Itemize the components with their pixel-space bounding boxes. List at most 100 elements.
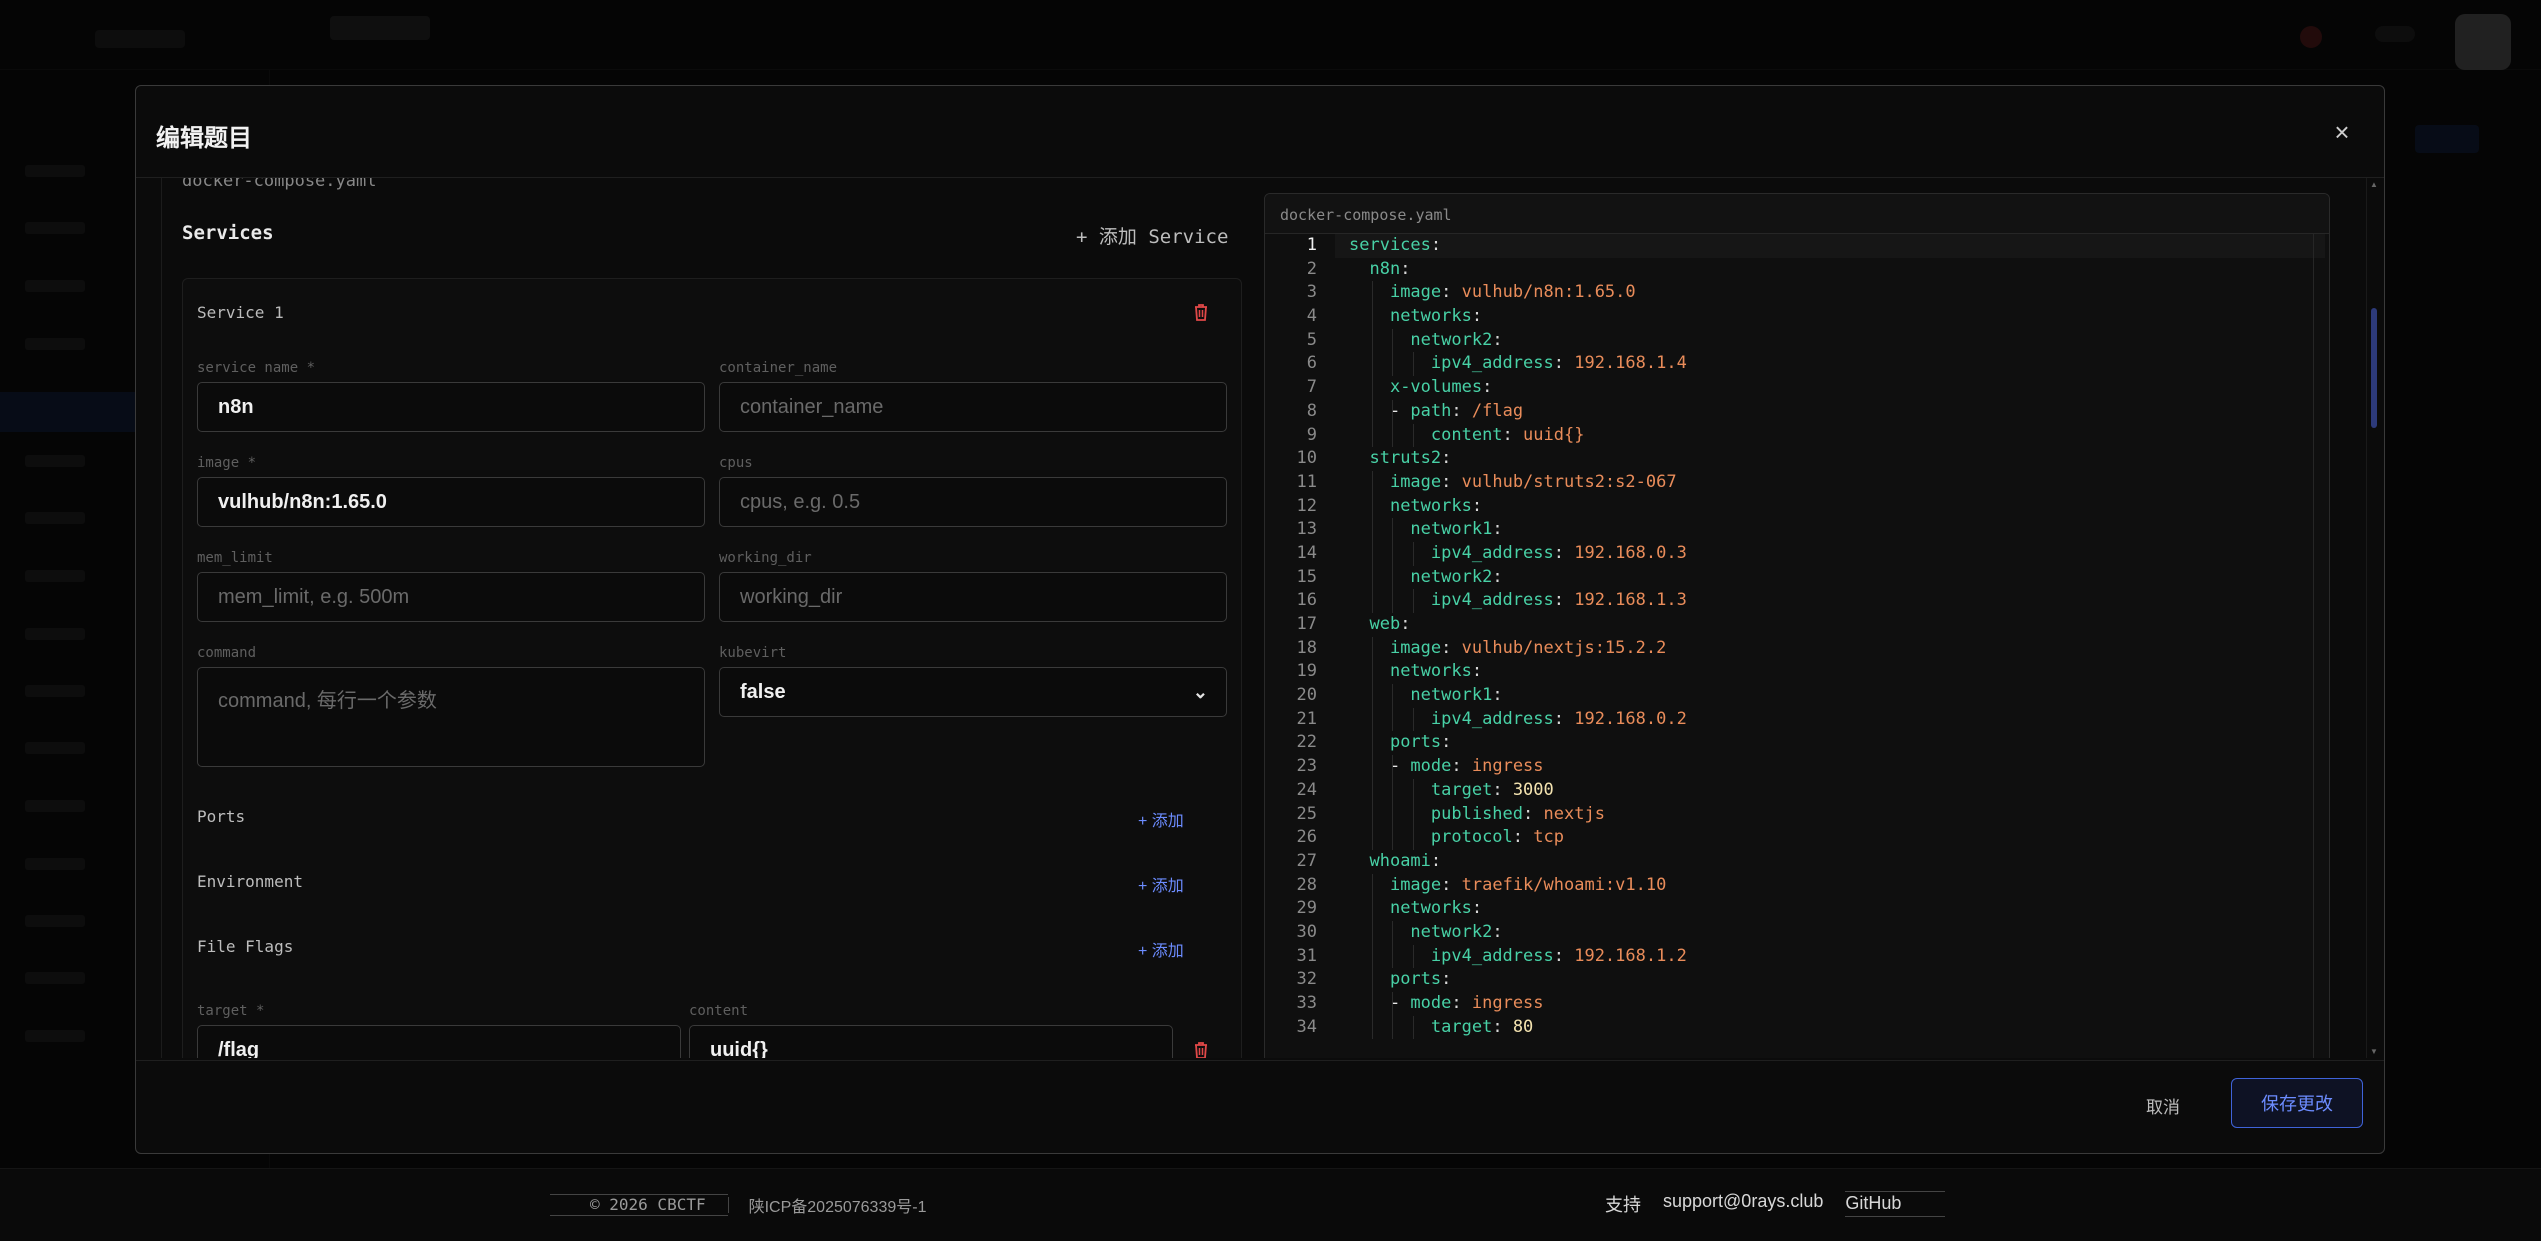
code-line[interactable]: 4 networks: (1265, 305, 2329, 329)
mem-limit-input[interactable]: mem_limit, e.g. 500m (197, 572, 705, 622)
line-number: 6 (1306, 353, 1317, 374)
services-heading: Services (182, 222, 274, 244)
code-line[interactable]: 8 - path: /flag (1265, 399, 2329, 424)
add-service-button[interactable]: + 添加 Service (1076, 222, 1228, 249)
code-text: struts2: (1369, 448, 1452, 469)
code-text: image: vulhub/struts2:s2-067 (1389, 471, 1677, 492)
code-line[interactable]: 9 content: uuid{} (1265, 423, 2329, 448)
code-line[interactable]: 18 image: vulhub/nextjs:15.2.2 (1265, 636, 2329, 661)
line-number: 33 (1296, 993, 1317, 1013)
footer-icp-link[interactable]: 陕ICP备2025076339号-1 (749, 1193, 927, 1217)
code-text: ipv4_address: 192.168.0.2 (1430, 708, 1687, 729)
code-line[interactable]: 23 - mode: ingress (1265, 755, 2329, 779)
code-area[interactable]: 1 services: 2 n8n: 3 image: vulhub/n8n:1.65… (1265, 234, 2329, 1040)
code-line[interactable]: 21 ipv4_address: 192.168.0.2 (1265, 707, 2329, 732)
code-line[interactable]: 27 whoami: (1265, 850, 2329, 874)
scroll-down-icon[interactable]: ▼ (2370, 1047, 2378, 1056)
delete-service-button[interactable] (1193, 303, 1209, 321)
cpus-input[interactable]: cpus, e.g. 0.5 (719, 477, 1227, 527)
image-input[interactable]: vulhub/n8n:1.65.0 (197, 477, 705, 527)
mem-limit-label: mem_limit (197, 550, 273, 566)
line-number: 1 (1306, 235, 1317, 255)
code-text: ports: (1389, 732, 1452, 753)
code-text: networks: (1389, 306, 1483, 327)
footer-github-link[interactable]: GitHub (1845, 1191, 1946, 1217)
working-dir-input[interactable]: working_dir (719, 572, 1227, 622)
code-line[interactable]: 19 networks: (1265, 660, 2329, 685)
code-line[interactable]: 7 x-volumes: (1265, 376, 2329, 400)
add-port-button[interactable]: + 添加 (1138, 807, 1184, 831)
kubevirt-select[interactable]: false ⌄ (719, 667, 1227, 717)
code-line[interactable]: 24 target: 3000 (1265, 778, 2329, 803)
editor-scrollbar[interactable] (2313, 234, 2329, 1058)
footer-email-link[interactable]: support@0rays.club (1663, 1191, 1823, 1217)
code-line[interactable]: 32 ports: (1265, 968, 2329, 992)
code-line[interactable]: 25 published: nextjs (1265, 802, 2329, 827)
line-number: 8 (1306, 400, 1317, 421)
scroll-up-icon[interactable]: ▲ (2370, 180, 2378, 189)
environment-section-label: Environment (197, 872, 303, 891)
code-line[interactable]: 20 network1: (1265, 684, 2329, 708)
scrollbar-thumb[interactable] (2371, 308, 2377, 428)
line-number: 27 (1296, 850, 1317, 871)
active-line-highlight (1335, 234, 2325, 258)
modal-footer: 取消 保存更改 (136, 1060, 2384, 1155)
background-action-button (2415, 125, 2479, 153)
code-line[interactable]: 28 image: traefik/whoami:v1.10 (1265, 873, 2329, 898)
service-name-input[interactable]: n8n (197, 382, 705, 432)
code-line[interactable]: 16 ipv4_address: 192.168.1.3 (1265, 589, 2329, 613)
code-line[interactable]: 10 struts2: (1265, 447, 2329, 471)
code-line[interactable]: 3 image: vulhub/n8n:1.65.0 (1265, 281, 2329, 306)
code-line[interactable]: 12 networks: (1265, 494, 2329, 519)
line-number: 14 (1296, 542, 1317, 563)
notification-dot (2300, 26, 2322, 48)
editor-tab: docker-compose.yaml (1265, 194, 2329, 234)
save-changes-button[interactable]: 保存更改 (2231, 1078, 2363, 1128)
code-line[interactable]: 30 network2: (1265, 920, 2329, 945)
code-line[interactable]: 15 network2: (1265, 565, 2329, 590)
command-textarea[interactable]: command, 每行一个参数 (197, 667, 705, 767)
sidebar-item (25, 628, 85, 640)
add-file-flag-button[interactable]: + 添加 (1138, 937, 1184, 961)
sidebar-item (25, 280, 85, 292)
service-card: Service 1 service name * n8n container_n… (182, 278, 1242, 1058)
yaml-editor[interactable]: docker-compose.yaml 1 services: 2 n8n: 3 im… (1264, 193, 2330, 1058)
kubevirt-selected-value: false (740, 680, 786, 703)
line-number: 21 (1296, 708, 1317, 729)
code-line[interactable]: 1 services: (1265, 234, 2329, 258)
modal-scrollbar[interactable]: ▲ ▼ (2366, 178, 2380, 1058)
code-line[interactable]: 11 image: vulhub/struts2:s2-067 (1265, 470, 2329, 495)
code-line[interactable]: 2 n8n: (1265, 258, 2329, 282)
flag-content-input[interactable]: uuid{} (689, 1025, 1173, 1058)
code-line[interactable]: 33 - mode: ingress (1265, 992, 2329, 1016)
code-text: ipv4_address: 192.168.1.4 (1430, 353, 1687, 374)
code-line[interactable]: 17 web: (1265, 613, 2329, 637)
chevron-down-icon: ⌄ (1192, 682, 1208, 702)
line-number: 3 (1306, 282, 1317, 303)
close-button[interactable]: × (2330, 117, 2354, 147)
code-line[interactable]: 34 target: 80 (1265, 1015, 2329, 1040)
delete-flag-button[interactable] (1193, 1041, 1209, 1058)
code-line[interactable]: 13 network1: (1265, 518, 2329, 542)
code-line[interactable]: 26 protocol: tcp (1265, 826, 2329, 850)
code-line[interactable]: 29 networks: (1265, 897, 2329, 921)
code-line[interactable]: 22 ports: (1265, 731, 2329, 756)
code-line[interactable]: 6 ipv4_address: 192.168.1.4 (1265, 352, 2329, 377)
cancel-button[interactable]: 取消 (2146, 1093, 2180, 1118)
code-line[interactable]: 31 ipv4_address: 192.168.1.2 (1265, 944, 2329, 969)
line-number: 34 (1296, 1016, 1317, 1037)
flag-target-input[interactable]: /flag (197, 1025, 681, 1058)
code-line[interactable]: 5 network2: (1265, 328, 2329, 353)
file-label: docker-compose.yaml (182, 178, 377, 191)
add-environment-button[interactable]: + 添加 (1138, 872, 1184, 896)
header-pill (2375, 26, 2415, 42)
trash-icon (1195, 304, 1207, 321)
line-number: 26 (1296, 827, 1317, 848)
sidebar-item (25, 338, 85, 350)
line-number: 2 (1306, 258, 1317, 279)
container-name-input[interactable]: container_name (719, 382, 1227, 432)
sidebar-item (25, 222, 85, 234)
code-text: target: 80 (1430, 1016, 1534, 1037)
code-text: network1: (1410, 685, 1503, 706)
code-line[interactable]: 14 ipv4_address: 192.168.0.3 (1265, 541, 2329, 566)
